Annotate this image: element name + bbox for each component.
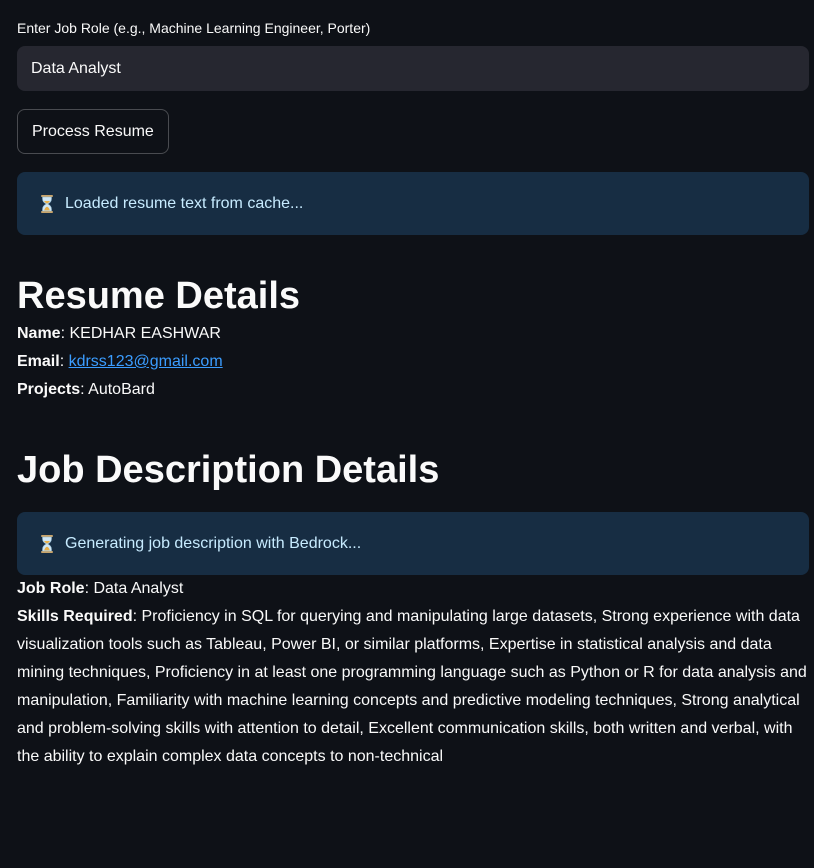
main-content: Enter Job Role (e.g., Machine Learning E…: [17, 18, 809, 771]
name-label: Name: [17, 325, 61, 342]
resume-email-row: Email: kdrss123@gmail.com: [17, 353, 223, 370]
app-page: Enter Job Role (e.g., Machine Learning E…: [0, 0, 814, 868]
job-role-input[interactable]: [17, 46, 809, 91]
email-link[interactable]: kdrss123@gmail.com: [69, 353, 223, 370]
skills-required-row: Skills Required: Proficiency in SQL for …: [17, 608, 807, 765]
generating-status-text: Generating job description with Bedrock.…: [65, 534, 362, 552]
resume-name-row: Name: KEDHAR EASHWAR: [17, 325, 221, 342]
hourglass-icon: [37, 534, 57, 554]
cache-status-text: Loaded resume text from cache...: [65, 194, 304, 212]
job-role-label: Job Role: [17, 580, 85, 597]
process-resume-button[interactable]: Process Resume: [17, 109, 169, 154]
name-value: KEDHAR EASHWAR: [69, 325, 221, 342]
generating-status-alert: Generating job description with Bedrock.…: [17, 512, 809, 575]
skills-value: Proficiency in SQL for querying and mani…: [17, 608, 807, 765]
projects-value: AutoBard: [88, 381, 155, 398]
job-description-heading: Job Description Details: [17, 449, 440, 491]
job-role-label: Enter Job Role (e.g., Machine Learning E…: [17, 20, 371, 36]
resume-projects-row: Projects: AutoBard: [17, 381, 155, 398]
hourglass-icon: [37, 194, 57, 214]
skills-label: Skills Required: [17, 608, 133, 625]
job-role-row: Job Role: Data Analyst: [17, 580, 184, 597]
resume-details-heading: Resume Details: [17, 275, 301, 317]
job-role-value: Data Analyst: [93, 580, 184, 597]
cache-status-alert: Loaded resume text from cache...: [17, 172, 809, 235]
projects-label: Projects: [17, 381, 81, 398]
email-label: Email: [17, 353, 60, 370]
